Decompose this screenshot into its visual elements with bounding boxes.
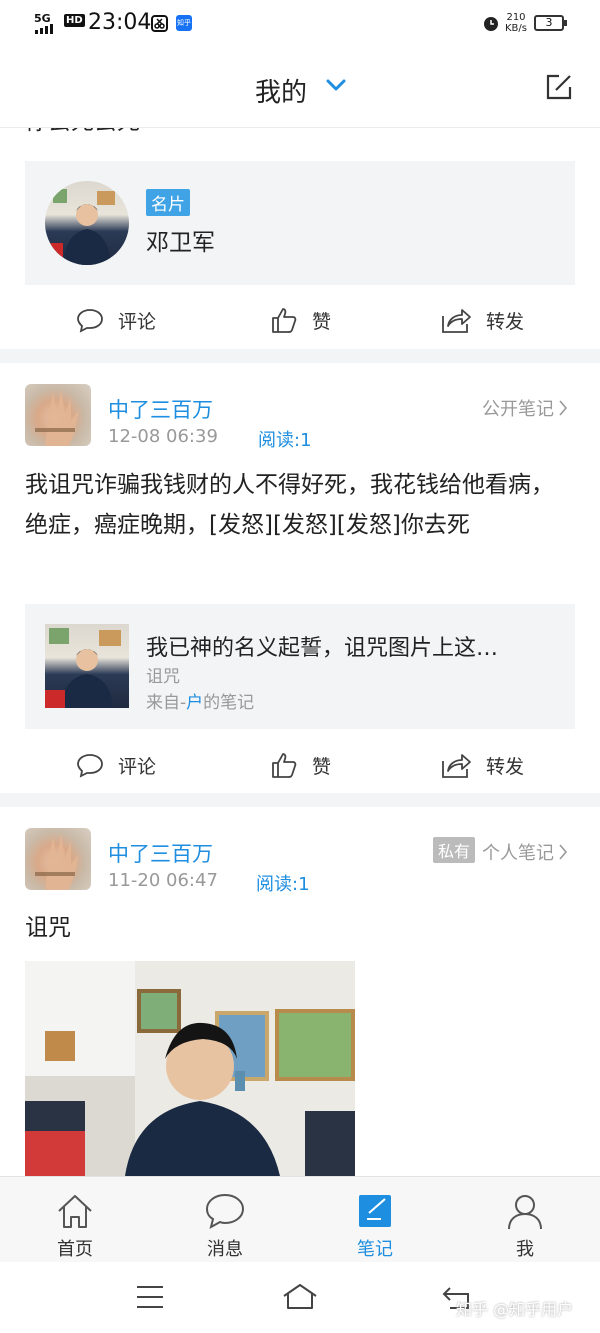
bottom-tab-bar: 首页 消息 笔记 我 <box>0 1176 600 1262</box>
share-label: 转发 <box>486 755 525 778</box>
comment-button[interactable]: 评论 <box>76 306 156 334</box>
comment-label: 评论 <box>118 310 157 333</box>
share-label: 转发 <box>486 310 525 333</box>
thumbs-up-icon <box>272 308 297 333</box>
quoted-thumbnail <box>45 624 129 708</box>
person-photo <box>45 628 121 708</box>
chevron-right-icon <box>559 400 568 416</box>
comment-icon <box>77 754 103 778</box>
share-icon <box>442 309 471 333</box>
tab-me-label: 我 <box>516 1239 534 1260</box>
visibility-tag[interactable]: 个人笔记 <box>482 839 568 865</box>
note-icon <box>359 1195 391 1227</box>
clock: 23:04 <box>88 10 152 35</box>
share-button[interactable]: 转发 <box>440 306 524 334</box>
person-icon <box>508 1195 542 1230</box>
business-card[interactable]: 名片 邓卫军 <box>25 161 575 285</box>
person-photo <box>25 961 355 1176</box>
quoted-note[interactable]: 我已神的名义起誓，诅咒图片上这… 诅咒 来自-户的笔记 <box>25 604 575 729</box>
thumbs-up-icon <box>272 753 297 778</box>
share-icon <box>442 754 471 778</box>
author-avatar[interactable] <box>25 828 91 890</box>
comment-button[interactable]: 评论 <box>76 751 156 779</box>
card-tag: 名片 <box>146 189 190 216</box>
chevron-right-icon <box>559 844 568 860</box>
tab-home-label: 首页 <box>57 1239 93 1260</box>
hand-photo <box>35 390 79 446</box>
post-date: 12-08 06:39 <box>108 426 218 447</box>
share-button[interactable]: 转发 <box>440 751 524 779</box>
quoted-subtitle: 诅咒 <box>146 667 180 687</box>
post-body: 诅咒 <box>25 915 71 941</box>
post-body: 我诅咒诈骗我钱财的人不得好死，我花钱给他看病，绝症，癌症晚期，[发怒][发怒][… <box>25 472 554 538</box>
post-image[interactable] <box>25 961 355 1176</box>
card-avatar <box>45 181 129 265</box>
home-icon <box>58 1195 92 1228</box>
edit-icon[interactable] <box>544 72 574 102</box>
tab-notes[interactable]: 笔记 <box>300 1177 450 1263</box>
like-label: 赞 <box>312 310 332 333</box>
page-title[interactable]: 我的 <box>255 72 307 109</box>
app-screen: 5G HD 23:04 知乎 210 KB/s 3 我的 名片 邓卫军 评论 赞… <box>0 0 600 1333</box>
like-button[interactable]: 赞 <box>270 306 331 334</box>
watermark: 知乎 @知乎用户 <box>456 1300 574 1319</box>
like-button[interactable]: 赞 <box>270 751 331 779</box>
tab-me[interactable]: 我 <box>450 1177 600 1263</box>
visibility-tag[interactable]: 公开笔记 <box>482 395 568 421</box>
hd-badge: HD <box>64 14 85 27</box>
person-photo <box>45 189 115 265</box>
post-separator <box>0 349 600 363</box>
private-badge: 私有 <box>433 837 476 863</box>
message-icon <box>205 1193 245 1229</box>
menu-icon[interactable] <box>135 1284 165 1310</box>
author-avatar[interactable] <box>25 384 91 446</box>
hand-photo <box>35 834 79 890</box>
author-name[interactable]: 中了三百万 <box>108 838 213 868</box>
source-user-link[interactable]: 户 <box>186 693 203 713</box>
status-bar: 5G HD 23:04 知乎 210 KB/s 3 <box>0 0 600 48</box>
home-nav-icon[interactable] <box>280 1282 320 1310</box>
quoted-source: 来自-户的笔记 <box>146 693 255 713</box>
alarm-icon <box>484 17 498 31</box>
tab-messages-label: 消息 <box>207 1239 243 1260</box>
quoted-title: 我已神的名义起誓，诅咒图片上这… <box>146 636 499 661</box>
post-separator <box>0 793 600 807</box>
chevron-down-icon[interactable] <box>325 74 347 96</box>
top-header: 我的 <box>0 48 600 128</box>
tab-messages[interactable]: 消息 <box>150 1177 300 1263</box>
read-count: 阅读:1 <box>256 874 310 895</box>
scissors-icon <box>151 15 168 32</box>
zhihu-app-icon: 知乎 <box>176 15 192 31</box>
read-count: 阅读:1 <box>258 430 312 451</box>
battery-indicator: 3 <box>534 15 567 31</box>
author-name[interactable]: 中了三百万 <box>108 394 213 424</box>
comment-icon <box>77 309 103 333</box>
tab-home[interactable]: 首页 <box>0 1177 150 1263</box>
comment-label: 评论 <box>118 755 157 778</box>
signal-icon <box>35 24 53 34</box>
tab-notes-label: 笔记 <box>357 1239 393 1260</box>
network-speed: 210 KB/s <box>505 12 527 34</box>
card-name: 邓卫军 <box>146 230 215 256</box>
post-date: 11-20 06:47 <box>108 870 218 891</box>
like-label: 赞 <box>312 755 332 778</box>
